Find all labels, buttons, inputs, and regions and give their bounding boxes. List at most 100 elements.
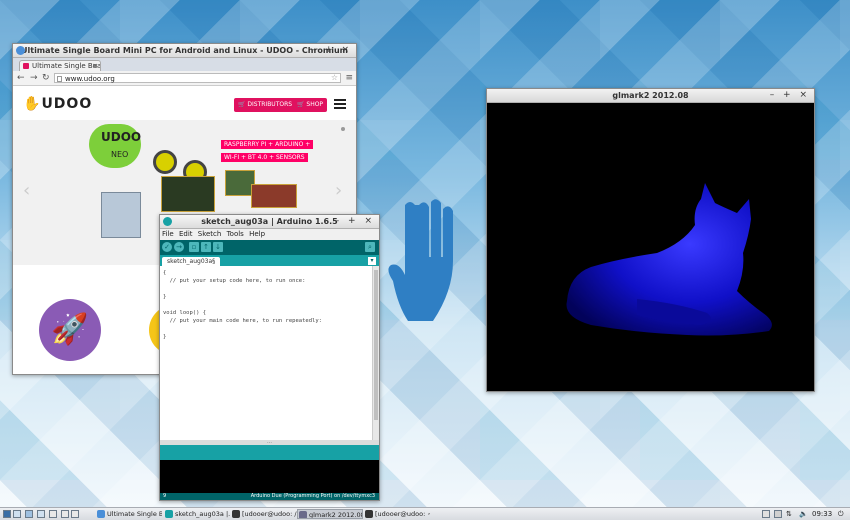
- hero-model: NEO: [111, 150, 129, 159]
- task-chromium[interactable]: Ultimate Single B...: [96, 509, 162, 519]
- clock[interactable]: 09:33: [812, 508, 832, 520]
- address-url: www.udoo.org: [65, 75, 115, 83]
- serial-monitor-icon[interactable]: ⌕: [365, 242, 375, 252]
- chromium-icon: [16, 46, 25, 55]
- reload-icon[interactable]: ↻: [42, 71, 50, 85]
- task-label: [udooer@udoo: /]: [242, 510, 297, 518]
- carousel-dot[interactable]: [341, 127, 345, 131]
- board-status-bar: 9 Arduino Due (Programming Port) on /dev…: [160, 493, 379, 500]
- glmark-window[interactable]: glmark2 2012.08 – + ×: [486, 88, 815, 392]
- carousel-next-icon[interactable]: ›: [335, 180, 342, 201]
- code-line: }: [163, 334, 167, 340]
- code-editor[interactable]: { // put your setup code here, to run on…: [160, 266, 372, 440]
- keyboard-icon[interactable]: [774, 510, 782, 518]
- distributors-label: DISTRIBUTORS: [247, 101, 293, 108]
- rocket-icon[interactable]: 🚀: [39, 299, 101, 361]
- window-controls[interactable]: – + ×: [335, 215, 375, 228]
- render-canvas: [487, 103, 814, 391]
- desktop-1-icon[interactable]: [37, 510, 45, 518]
- forward-icon[interactable]: →: [30, 71, 38, 85]
- hero-tagline-1: RASPBERRY PI + ARDUINO +: [221, 140, 314, 149]
- desktop-4-icon[interactable]: [71, 510, 79, 518]
- task-terminal-root[interactable]: [udooer@udoo: /]: [231, 509, 297, 519]
- arduino-window[interactable]: sketch_aug03a | Arduino 1.6.5 – + × File…: [159, 214, 380, 501]
- arduino-titlebar[interactable]: sketch_aug03a | Arduino 1.6.5 – + ×: [160, 215, 379, 229]
- site-header: ✋UDOO 🛒 DISTRIBUTORS 🛒 SHOP: [13, 86, 356, 123]
- console-output: [160, 460, 379, 493]
- arduino-board-image: [251, 184, 297, 208]
- shop-label: SHOP: [306, 101, 324, 108]
- verify-icon[interactable]: ✓: [162, 242, 172, 252]
- taskbar: Ultimate Single B... sketch_aug03a |... …: [0, 507, 850, 520]
- window-controls[interactable]: – + ×: [770, 89, 810, 102]
- udoo-favicon-icon: [23, 63, 29, 69]
- code-line: {: [163, 270, 167, 276]
- chromium-icon: [97, 510, 105, 518]
- new-sketch-icon[interactable]: ▫: [189, 242, 199, 252]
- menu-sketch[interactable]: Sketch: [198, 230, 222, 238]
- chrome-menu-icon[interactable]: ≡: [345, 71, 353, 85]
- upload-icon[interactable]: →: [174, 242, 184, 252]
- task-label: glmark2 2012.08: [309, 511, 363, 519]
- task-label: Ultimate Single B...: [107, 510, 162, 518]
- code-line: // put your main code here, to run repea…: [163, 318, 322, 324]
- back-icon[interactable]: ←: [17, 71, 25, 85]
- file-manager-icon[interactable]: [13, 510, 21, 518]
- udoo-logo[interactable]: ✋UDOO: [23, 96, 92, 112]
- arduino-window-title: sketch_aug03a | Arduino 1.6.5: [201, 217, 338, 226]
- hand-icon: ✋: [23, 96, 42, 112]
- monitor-icon[interactable]: [762, 510, 770, 518]
- start-menu-icon[interactable]: [3, 510, 11, 518]
- hero-brand: UDOO: [101, 130, 142, 144]
- tab-menu-icon[interactable]: ▾: [368, 257, 376, 265]
- show-desktop-icon[interactable]: [25, 510, 33, 518]
- glmark-window-title: glmark2 2012.08: [612, 91, 689, 100]
- volume-icon[interactable]: 🔈: [799, 508, 808, 520]
- glmark-icon: [299, 511, 307, 518]
- tab-strip: Ultimate Single Boa ×: [13, 58, 356, 71]
- desktop-2-icon[interactable]: [49, 510, 57, 518]
- page-icon: [57, 76, 62, 82]
- network-icon[interactable]: ⇅: [786, 508, 792, 520]
- browser-toolbar: ← → ↻ www.udoo.org ☆ ≡: [13, 71, 356, 86]
- menu-edit[interactable]: Edit: [179, 230, 193, 238]
- carousel-prev-icon[interactable]: ‹: [23, 180, 30, 201]
- task-glmark[interactable]: glmark2 2012.08: [297, 509, 363, 519]
- save-sketch-icon[interactable]: ↓: [213, 242, 223, 252]
- cat-model: [566, 183, 772, 336]
- menu-help[interactable]: Help: [249, 230, 265, 238]
- hero-tagline-2: WI-FI + BT 4.0 + SENSORS: [221, 153, 308, 162]
- arduino-toolbar: ✓ → ▫ ↑ ↓ ⌕: [160, 240, 379, 255]
- address-bar[interactable]: www.udoo.org ☆: [54, 73, 341, 83]
- terminal-icon: [232, 510, 240, 518]
- browser-tab-label: Ultimate Single Boa: [32, 62, 101, 70]
- terminal-icon: [365, 510, 373, 518]
- chromium-titlebar[interactable]: Ultimate Single Board Mini PC for Androi…: [13, 44, 356, 58]
- chromium-window-title: Ultimate Single Board Mini PC for Androi…: [21, 46, 348, 55]
- arduino-menubar: File Edit Sketch Tools Help: [160, 229, 379, 240]
- scrollbar-thumb[interactable]: [374, 270, 378, 420]
- menu-file[interactable]: File: [162, 230, 174, 238]
- editor-scrollbar[interactable]: [372, 266, 379, 440]
- status-bar: [160, 445, 379, 460]
- browser-tab[interactable]: Ultimate Single Boa ×: [19, 60, 101, 71]
- components-image: [101, 192, 141, 238]
- distributors-button[interactable]: 🛒 DISTRIBUTORS: [234, 98, 297, 112]
- code-line: // put your setup code here, to run once…: [163, 278, 306, 284]
- power-icon[interactable]: ⏻: [838, 508, 844, 520]
- logo-text: UDOO: [41, 96, 93, 112]
- task-arduino[interactable]: sketch_aug03a |...: [164, 509, 230, 519]
- task-terminal-home[interactable]: [udooer@udoo: ~]: [364, 509, 430, 519]
- close-tab-icon[interactable]: ×: [92, 61, 98, 71]
- open-sketch-icon[interactable]: ↑: [201, 242, 211, 252]
- glmark-titlebar[interactable]: glmark2 2012.08 – + ×: [487, 89, 814, 103]
- menu-tools[interactable]: Tools: [227, 230, 244, 238]
- hamburger-menu-icon[interactable]: [334, 99, 346, 109]
- shop-button[interactable]: 🛒 SHOP: [293, 98, 328, 112]
- window-controls[interactable]: – + ×: [312, 44, 352, 57]
- desktop-3-icon[interactable]: [61, 510, 69, 518]
- bookmark-star-icon[interactable]: ☆: [331, 73, 338, 83]
